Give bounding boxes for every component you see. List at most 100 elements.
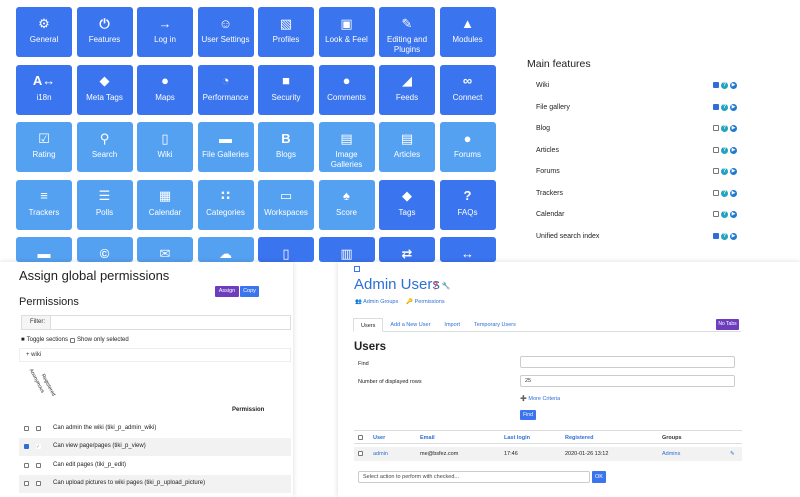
tile-file-galleries[interactable]: ▬ File Galleries	[197, 122, 254, 172]
tile-i18n[interactable]: A↔ i18n	[16, 64, 72, 115]
filter-input[interactable]	[50, 316, 290, 329]
help-icon[interactable]: ?	[721, 125, 728, 132]
tab-temporary-users[interactable]: Temporary Users	[467, 318, 523, 331]
ok-button[interactable]: OK	[592, 471, 606, 483]
arrow-right-icon[interactable]: ▶	[730, 189, 737, 197]
col-last-login[interactable]: Last login	[504, 435, 530, 441]
tile-score[interactable]: ♠ Score	[318, 179, 375, 230]
tile-forums[interactable]: ● Forums	[439, 122, 496, 172]
help-icon[interactable]: ?	[721, 211, 728, 218]
tile-meta-tags[interactable]: ◆ Meta Tags	[76, 64, 133, 115]
feature-checkbox[interactable]	[713, 146, 719, 153]
tile-polls[interactable]: ☰ Polls	[76, 179, 133, 230]
tab-import[interactable]: Import	[437, 318, 467, 331]
tile-search[interactable]: ⚲ Search	[76, 122, 133, 172]
more-criteria-link[interactable]: ➕ More Criteria	[520, 396, 560, 402]
help-icon[interactable]: ?	[721, 232, 728, 240]
tile-log-in[interactable]: → Log in	[137, 7, 193, 57]
tile-categories[interactable]: ∷ Categories	[197, 179, 254, 230]
assign-button[interactable]: Assign	[215, 286, 239, 297]
help-icon[interactable]: ?	[721, 146, 728, 154]
tile-performance[interactable]: ◔ Performance	[197, 64, 254, 115]
tile-security[interactable]: ■ Security	[258, 64, 314, 115]
anonymous-checkbox[interactable]	[24, 463, 29, 468]
rows-select[interactable]: 25	[520, 375, 735, 387]
feature-checkbox[interactable]	[713, 168, 719, 174]
feature-checkbox[interactable]	[713, 232, 719, 239]
tile-cloud-icon[interactable]: ☁	[197, 237, 254, 262]
tile-profiles[interactable]: ▧ Profiles	[258, 7, 314, 57]
feature-checkbox[interactable]	[713, 211, 719, 217]
tile-workspaces[interactable]: ▭ Workspaces	[258, 179, 314, 230]
arrow-right-icon[interactable]: ▶	[730, 211, 737, 218]
help-icon[interactable]: ?	[721, 168, 728, 175]
feature-checkbox[interactable]	[713, 189, 719, 196]
wiki-section-toggle[interactable]: + wiki	[19, 348, 291, 362]
arrow-right-icon[interactable]: ▶	[730, 168, 737, 175]
edit-user-icon[interactable]: ✎	[730, 451, 735, 457]
help-icon[interactable]: ?	[721, 189, 728, 197]
tile-connect[interactable]: ∞ Connect	[439, 64, 496, 115]
col-registered[interactable]: Registered	[565, 435, 593, 441]
anonymous-checkbox[interactable]	[24, 426, 29, 431]
tile-envelope-icon[interactable]: ✉	[137, 237, 193, 262]
bulk-action-select[interactable]: Select action to perform with checked...	[358, 471, 590, 483]
tile-modules[interactable]: ▲ Modules	[439, 7, 496, 57]
arrow-right-icon[interactable]: ▶	[730, 125, 737, 132]
arrow-right-icon[interactable]: ▶	[730, 232, 737, 240]
tile-calendar[interactable]: ▦ Calendar	[137, 179, 193, 230]
anonymous-checkbox[interactable]	[24, 444, 29, 449]
tile-copyright-icon[interactable]: ©	[76, 237, 133, 262]
tile-features[interactable]: ⏻ Features	[76, 7, 133, 57]
user-link[interactable]: admin	[373, 451, 388, 457]
registered-checkbox[interactable]	[36, 481, 41, 486]
help-icon[interactable]: ?	[721, 82, 728, 89]
tile-comments[interactable]: ● Comments	[318, 64, 375, 115]
col-user[interactable]: User	[373, 435, 385, 441]
tile-maps[interactable]: ● Maps	[137, 64, 193, 115]
permissions-link[interactable]: 🔑 Permissions	[406, 299, 444, 305]
tab-users[interactable]: Users	[353, 318, 384, 332]
tile-exchange-icon[interactable]: ⇄	[379, 237, 435, 262]
tile-folder-icon[interactable]: ▬	[16, 237, 72, 262]
tile-tags[interactable]: ◆ Tags	[379, 179, 435, 230]
help-icon[interactable]: ❓	[431, 283, 440, 290]
tab-add-user[interactable]: Add a New User	[383, 318, 437, 331]
find-input[interactable]	[520, 356, 735, 368]
show-only-selected-checkbox[interactable]	[69, 337, 75, 343]
feature-checkbox[interactable]	[713, 125, 719, 131]
copy-button[interactable]: Copy	[240, 286, 259, 297]
tile-feeds[interactable]: ◢ Feeds	[379, 64, 435, 115]
help-icon[interactable]: ?	[721, 103, 728, 111]
feature-checkbox[interactable]	[713, 82, 719, 88]
tile-trackers[interactable]: ≡ Trackers	[16, 179, 72, 230]
arrow-right-icon[interactable]: ▶	[730, 82, 737, 89]
tile-look-feel[interactable]: ▣ Look & Feel	[318, 7, 375, 57]
row-checkbox[interactable]	[358, 451, 363, 456]
find-button[interactable]: Find	[520, 410, 536, 420]
col-email[interactable]: Email	[420, 435, 435, 441]
toggle-sections-link[interactable]: Toggle sections	[27, 337, 68, 343]
admin-groups-link[interactable]: 👥 Admin Groups	[355, 299, 398, 305]
tile-editing-and-plugins[interactable]: ✎ Editing and Plugins	[379, 7, 435, 57]
tile-arrows-h-icon[interactable]: ↔	[439, 237, 496, 262]
tile-general[interactable]: ⚙ General	[16, 7, 72, 57]
feature-checkbox[interactable]	[713, 103, 719, 110]
toggle-sections-icon[interactable]: ■	[21, 337, 25, 343]
tile-faqs[interactable]: ? FAQs	[439, 179, 496, 230]
registered-checkbox[interactable]	[36, 426, 41, 431]
tile-user-settings[interactable]: ☺ User Settings	[197, 7, 254, 57]
wrench-icon[interactable]: 🔧	[442, 283, 451, 290]
registered-checkbox[interactable]	[36, 463, 41, 468]
registered-checkbox[interactable]: ✓	[36, 444, 41, 450]
no-tabs-button[interactable]: No Tabs	[716, 319, 739, 330]
tile-image-galleries[interactable]: ▤ Image Galleries	[318, 122, 375, 172]
tile-wiki[interactable]: ▯ Wiki	[137, 122, 193, 172]
anonymous-checkbox[interactable]	[24, 481, 29, 486]
tile-articles[interactable]: ▤ Articles	[379, 122, 435, 172]
select-all-checkbox[interactable]	[358, 435, 363, 440]
tile-wyg[interactable]: ▯wyg	[258, 237, 314, 262]
tile-rating[interactable]: ☑ Rating	[16, 122, 72, 172]
panel-toggle-icon[interactable]	[354, 266, 360, 272]
tile-blogs[interactable]: B Blogs	[258, 122, 314, 172]
